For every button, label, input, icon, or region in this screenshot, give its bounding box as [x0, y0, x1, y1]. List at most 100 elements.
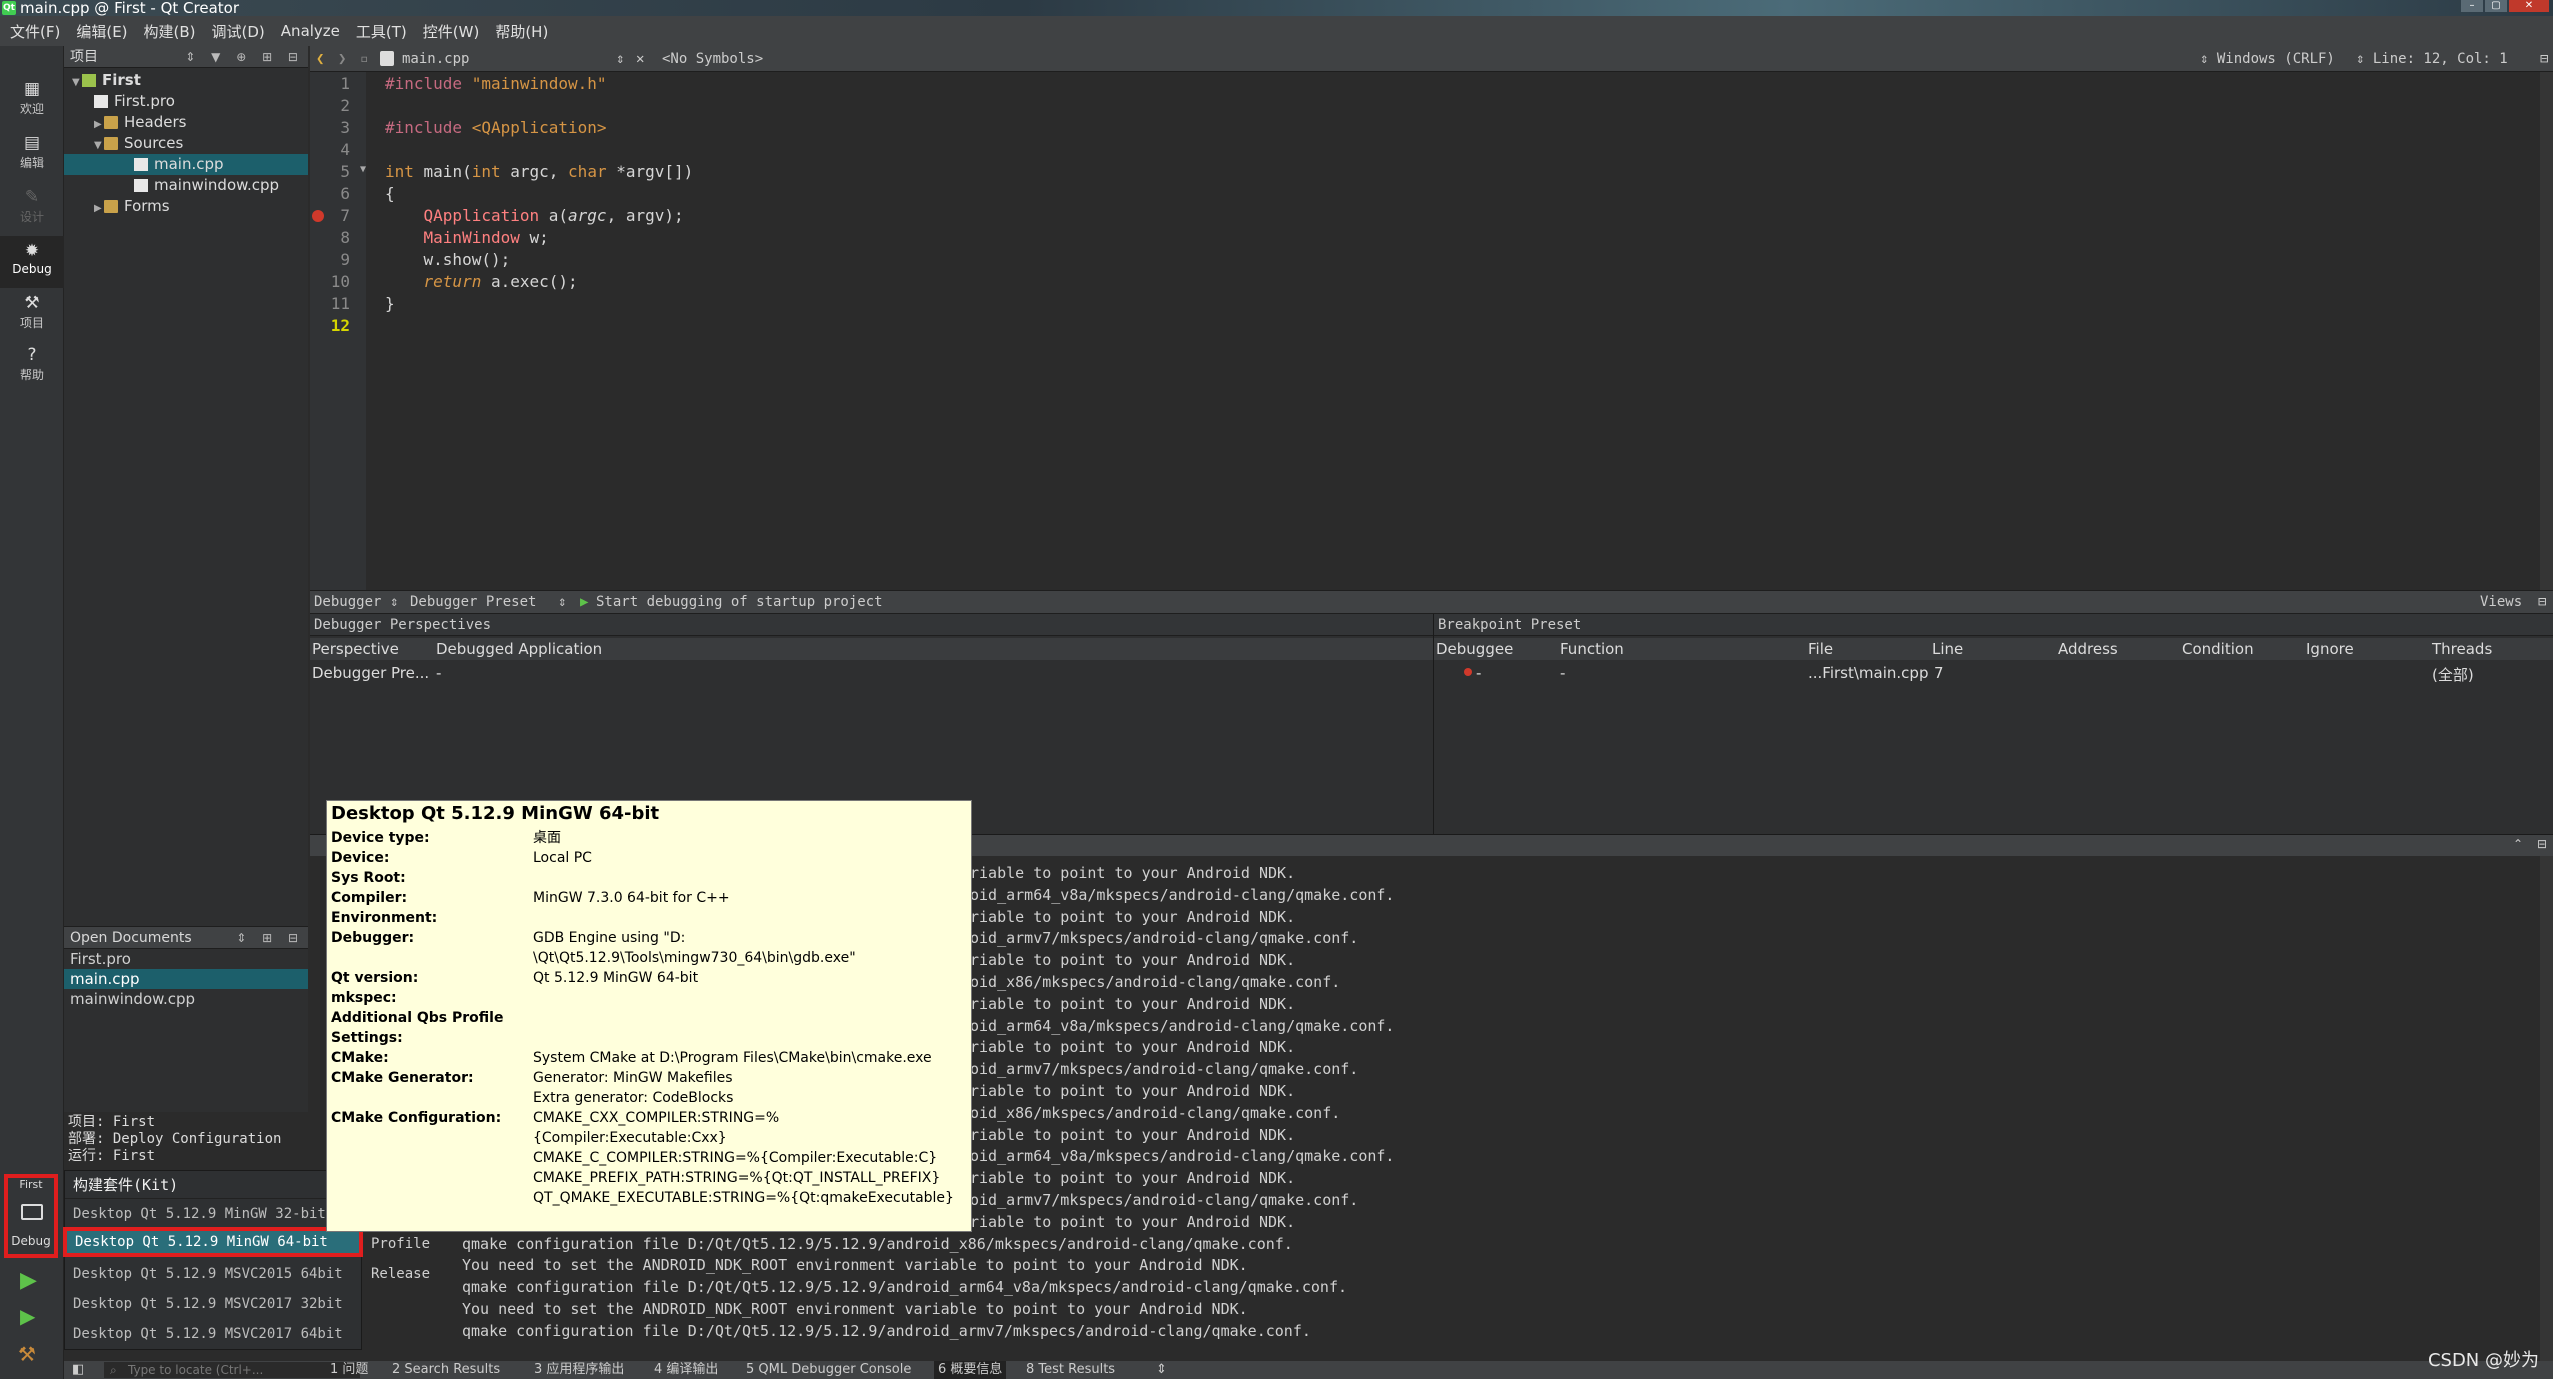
tree-item-mainwindow-cpp[interactable]: mainwindow.cpp — [134, 175, 279, 196]
threads-cell[interactable]: (全部) — [2432, 664, 2474, 685]
line-cell[interactable]: 7 — [1934, 664, 1944, 682]
debugger-selector[interactable]: Debugger — [314, 591, 381, 613]
symbols-dropdown[interactable]: <No Symbols> — [662, 46, 763, 72]
column-header[interactable]: Function — [1560, 640, 1624, 658]
run-icon[interactable]: ▶ — [20, 1268, 37, 1293]
build-type-release[interactable]: Release — [363, 1259, 443, 1289]
output-tab-search[interactable]: 2 Search Results — [392, 1361, 500, 1379]
column-header[interactable]: Debugged Application — [436, 640, 602, 658]
mode-design[interactable]: ✎ 设计 — [0, 188, 64, 225]
dropdown-icon[interactable]: ⇕ — [390, 591, 398, 613]
menu-analyze[interactable]: Analyze — [279, 20, 342, 42]
open-doc-item[interactable]: mainwindow.cpp — [64, 989, 308, 1009]
output-line: oid_arm64_v8a/mkspecs/android-clang/qmak… — [970, 885, 1395, 904]
debugger-preset-selector[interactable]: Debugger Preset — [410, 591, 536, 613]
expand-arrow-icon[interactable]: ▼ — [94, 135, 104, 156]
line-ending-selector[interactable]: ⇕ Windows (CRLF) — [2200, 46, 2335, 72]
maximize-icon[interactable]: ▢ — [2485, 0, 2507, 12]
tree-item-first-pro[interactable]: First.pro — [94, 91, 175, 112]
mode-debug[interactable]: ✹ Debug — [0, 236, 64, 288]
menu-build[interactable]: 构建(B) — [142, 19, 198, 44]
kit-tooltip: Desktop Qt 5.12.9 MinGW 64-bit Device ty… — [326, 800, 972, 1232]
tree-item-first[interactable]: ▼ First — [72, 70, 141, 91]
close-document-icon[interactable]: ✕ — [636, 46, 644, 72]
debug-run-icon[interactable]: ▶ — [20, 1304, 35, 1328]
perspective-cell[interactable]: Debugger Pre... — [312, 664, 429, 682]
output-line: oid_arm64_v8a/mkspecs/android-clang/qmak… — [970, 1016, 1395, 1035]
column-header[interactable]: Condition — [2182, 640, 2254, 658]
function-cell[interactable]: - — [1560, 664, 1565, 682]
kit-item[interactable]: Desktop Qt 5.12.9 MSVC2017 32bit — [65, 1289, 363, 1319]
mode-projects[interactable]: ⚒ 项目 — [0, 294, 64, 331]
build-type-profile[interactable]: Profile — [363, 1229, 443, 1259]
file-cell[interactable]: ...First\main.cpp — [1808, 664, 1928, 682]
menu-help[interactable]: 帮助(H) — [493, 19, 550, 44]
file-tab[interactable]: main.cpp — [402, 46, 469, 72]
open-doc-item[interactable]: First.pro — [64, 949, 308, 969]
split-icon[interactable]: ⊟ — [2538, 591, 2546, 613]
column-header[interactable]: Line — [1932, 640, 1963, 658]
sidebar-toggle-icon[interactable]: ◧ — [72, 1361, 84, 1379]
cursor-position[interactable]: ⇕ Line: 12, Col: 1 — [2356, 46, 2508, 72]
title-bar: Qt main.cpp @ First - Qt Creator – ▢ ✕ — [0, 0, 2553, 16]
output-tab-app-output[interactable]: 3 应用程序输出 — [534, 1361, 624, 1379]
code-editor[interactable]: ▼ 1 2 3 4 5 6 7 8 9 10 11 12 #include "mainwindow.h… — [310, 72, 2540, 590]
column-header[interactable]: Perspective — [312, 640, 399, 658]
menu-debug[interactable]: 调试(D) — [210, 19, 267, 44]
output-tab-qml-console[interactable]: 5 QML Debugger Console — [746, 1361, 911, 1379]
column-header[interactable]: Address — [2058, 640, 2118, 658]
split-icon[interactable]: ⊟ — [2540, 46, 2548, 72]
output-tab-test-results[interactable]: 8 Test Results — [1026, 1361, 1115, 1379]
back-arrow-icon[interactable]: ❮ — [316, 46, 324, 72]
collapse-arrow-icon[interactable]: ▶ — [94, 198, 104, 219]
output-line: riable to point to your Android NDK. — [970, 1169, 1296, 1188]
expand-arrow-icon[interactable]: ▼ — [72, 72, 82, 93]
start-debug-icon[interactable]: ▶ — [580, 591, 588, 613]
panel-title: Open Documents — [70, 930, 192, 946]
dropdown-icon[interactable]: ⇕ — [616, 46, 624, 72]
tree-item-forms[interactable]: ▶ Forms — [94, 196, 170, 217]
tree-item-sources[interactable]: ▼ Sources — [94, 133, 183, 154]
start-debugging-button[interactable]: Start debugging of startup project — [596, 591, 883, 613]
maximize-pane-icon[interactable]: ⌃ — [2513, 837, 2523, 851]
tree-item-main-cpp[interactable]: main.cpp — [64, 154, 308, 175]
fold-arrow-icon[interactable]: ▼ — [360, 164, 366, 175]
output-scrollbar[interactable] — [2540, 856, 2553, 1361]
menu-file[interactable]: 文件(F) — [8, 19, 62, 44]
menu-tools[interactable]: 工具(T) — [354, 19, 409, 44]
panel-tools[interactable]: ⇕ ▼ ⊕ ⊞ ⊟ — [185, 46, 304, 68]
kit-item[interactable]: Desktop Qt 5.12.9 MSVC2015 64bit — [65, 1259, 363, 1289]
more-tabs-icon[interactable]: ⇕ — [1156, 1361, 1167, 1379]
menu-window[interactable]: 控件(W) — [421, 19, 482, 44]
column-header[interactable]: Threads — [2432, 640, 2492, 658]
debuggee-cell[interactable]: - — [1476, 664, 1481, 682]
tree-item-headers[interactable]: ▶ Headers — [94, 112, 186, 133]
close-icon[interactable]: ✕ — [2509, 0, 2549, 12]
collapse-arrow-icon[interactable]: ▶ — [94, 114, 104, 135]
dropdown-icon[interactable]: ⇕ — [558, 591, 566, 613]
kit-item[interactable]: Desktop Qt 5.12.9 MSVC2017 64bit — [65, 1319, 363, 1349]
open-doc-item[interactable]: main.cpp — [64, 969, 308, 989]
build-hammer-icon[interactable]: ⚒ — [18, 1342, 36, 1366]
mode-help[interactable]: ? 帮助 — [0, 346, 64, 383]
locator-input[interactable]: ⌕ Type to locate (Ctrl+... — [104, 1362, 360, 1378]
column-header[interactable]: File — [1808, 640, 1833, 658]
column-header[interactable]: Debuggee — [1436, 640, 1513, 658]
kit-item-selected[interactable]: Desktop Qt 5.12.9 MinGW 64-bit — [63, 1227, 363, 1257]
mode-edit[interactable]: ▤ 编辑 — [0, 134, 64, 171]
mode-welcome[interactable]: ▦ 欢迎 — [0, 80, 64, 117]
kit-item[interactable]: Desktop Qt 5.12.9 MinGW 32-bit — [65, 1199, 363, 1229]
panel-tools[interactable]: ⇕ ⊞ ⊟ — [236, 927, 304, 949]
menu-edit[interactable]: 编辑(E) — [74, 19, 129, 44]
forward-arrow-icon[interactable]: ❯ — [338, 46, 346, 72]
output-tab-issues[interactable]: 1 问题 — [330, 1361, 368, 1379]
application-cell[interactable]: - — [436, 664, 441, 682]
views-button[interactable]: Views — [2480, 591, 2522, 613]
target-selector[interactable]: First Debug — [4, 1174, 58, 1258]
editor-scrollbar[interactable] — [2540, 72, 2553, 590]
output-tab-general-messages[interactable]: 6 概要信息 — [934, 1361, 1007, 1379]
minimize-icon[interactable]: – — [2461, 0, 2483, 12]
column-header[interactable]: Ignore — [2306, 640, 2354, 658]
output-tab-compile[interactable]: 4 编译输出 — [654, 1361, 718, 1379]
close-pane-icon[interactable]: ⊟ — [2537, 837, 2547, 851]
